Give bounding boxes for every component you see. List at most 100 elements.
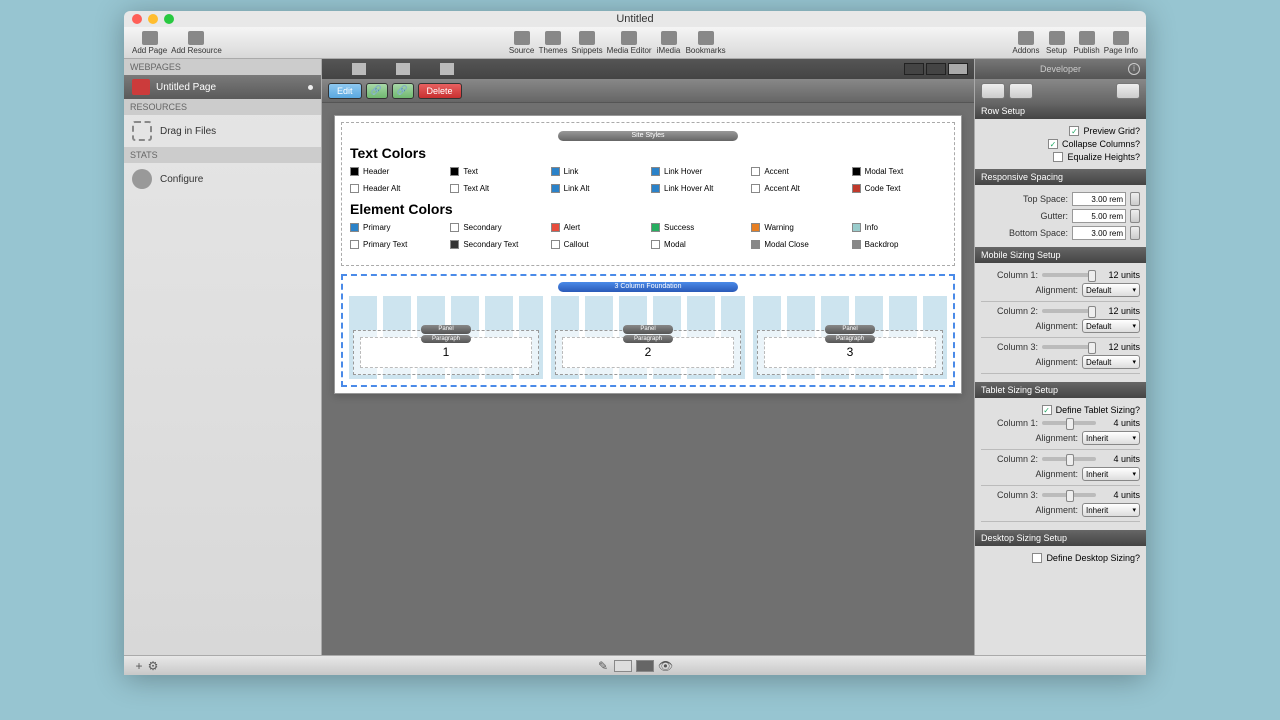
close-button[interactable] xyxy=(132,14,142,24)
alignment-select[interactable]: Inherit xyxy=(1082,467,1140,481)
paragraph-stack[interactable]: Paragraph3 xyxy=(764,337,936,368)
minimize-button[interactable] xyxy=(148,14,158,24)
stepper[interactable] xyxy=(1130,209,1140,223)
themes-button[interactable]: Themes xyxy=(539,31,568,55)
color-swatch[interactable]: Alert xyxy=(551,223,645,232)
color-swatch[interactable]: Link xyxy=(551,167,645,176)
zoom-button[interactable] xyxy=(164,14,174,24)
paragraph-stack[interactable]: Paragraph1 xyxy=(360,337,532,368)
top-space-input[interactable] xyxy=(1072,192,1126,206)
device-seg-3[interactable] xyxy=(948,63,968,75)
color-swatch[interactable]: Primary xyxy=(350,223,444,232)
color-swatch[interactable]: Link Hover Alt xyxy=(651,184,745,193)
publish-button[interactable]: Publish xyxy=(1074,31,1100,55)
define-tablet-check[interactable] xyxy=(1042,405,1052,415)
page-item-untitled[interactable]: Untitled Page xyxy=(124,75,321,99)
color-swatch[interactable]: Callout xyxy=(551,240,645,249)
edit-mode-icon[interactable]: ✎ xyxy=(596,659,610,673)
color-swatch[interactable]: Modal Text xyxy=(852,167,946,176)
column-slider[interactable] xyxy=(1042,421,1096,425)
add-page-button[interactable]: Add Page xyxy=(132,31,167,55)
collapse-check[interactable] xyxy=(1048,139,1058,149)
source-button[interactable]: Source xyxy=(509,31,535,55)
bookmarks-button[interactable]: Bookmarks xyxy=(686,31,726,55)
color-swatch[interactable]: Backdrop xyxy=(852,240,946,249)
addons-button[interactable]: Addons xyxy=(1012,31,1039,55)
device-seg-1[interactable] xyxy=(904,63,924,75)
preview-mode-icon[interactable]: 👁 xyxy=(658,659,672,673)
color-swatch[interactable]: Link Alt xyxy=(551,184,645,193)
foundation-stack[interactable]: 3 Column Foundation PanelParagraph1Panel… xyxy=(341,274,955,387)
color-swatch[interactable]: Secondary xyxy=(450,223,544,232)
drag-in-files[interactable]: Drag in Files xyxy=(124,115,321,147)
device-seg-2[interactable] xyxy=(926,63,946,75)
column[interactable]: PanelParagraph1 xyxy=(349,296,543,379)
info-icon[interactable]: i xyxy=(1128,63,1140,75)
page-info-button[interactable]: Page Info xyxy=(1104,31,1138,55)
stepper[interactable] xyxy=(1130,192,1140,206)
view-mode-2[interactable] xyxy=(396,63,410,75)
column-slider[interactable] xyxy=(1042,457,1096,461)
alignment-select[interactable]: Inherit xyxy=(1082,503,1140,517)
color-swatch[interactable]: Info xyxy=(852,223,946,232)
alignment-select[interactable]: Default xyxy=(1082,319,1140,333)
visibility-button[interactable] xyxy=(981,83,1005,99)
column-slider[interactable] xyxy=(1042,493,1096,497)
add-resource-button[interactable]: Add Resource xyxy=(171,31,222,55)
color-swatch[interactable]: Accent Alt xyxy=(751,184,845,193)
setup-button[interactable]: Setup xyxy=(1044,31,1070,55)
preview-grid-check[interactable] xyxy=(1069,126,1079,136)
site-styles-stack[interactable]: Site Styles Text Colors HeaderTextLinkLi… xyxy=(341,122,955,266)
column[interactable]: Panel Paragraph3 xyxy=(753,296,947,379)
color-swatch[interactable]: Modal Close xyxy=(751,240,845,249)
alignment-select[interactable]: Inherit xyxy=(1082,431,1140,445)
color-swatch[interactable]: Text xyxy=(450,167,544,176)
define-desktop-check[interactable] xyxy=(1032,553,1042,563)
color-swatch[interactable]: Text Alt xyxy=(450,184,544,193)
alignment-select[interactable]: Default xyxy=(1082,283,1140,297)
gutter-input[interactable] xyxy=(1072,209,1126,223)
add-button[interactable]: + xyxy=(132,659,146,673)
column-slider[interactable] xyxy=(1042,345,1096,349)
mode-seg-2[interactable] xyxy=(636,660,654,672)
color-swatch[interactable]: Link Hover xyxy=(651,167,745,176)
swatch-label: Modal xyxy=(664,240,686,249)
canvas[interactable]: Site Styles Text Colors HeaderTextLinkLi… xyxy=(322,103,974,655)
color-swatch[interactable]: Modal xyxy=(651,240,745,249)
panel-stack[interactable]: PanelParagraph3 xyxy=(757,330,943,375)
panel-label: Panel xyxy=(825,325,875,334)
color-swatch[interactable]: Header Alt xyxy=(350,184,444,193)
column-slider[interactable] xyxy=(1042,309,1096,313)
delete-button[interactable]: Delete xyxy=(418,83,462,99)
color-swatch[interactable]: Header xyxy=(350,167,444,176)
export-button[interactable] xyxy=(1116,83,1140,99)
edit-button[interactable]: Edit xyxy=(328,83,362,99)
imedia-button[interactable]: iMedia xyxy=(656,31,682,55)
lock-button[interactable] xyxy=(1009,83,1033,99)
media-editor-button[interactable]: Media Editor xyxy=(607,31,652,55)
link-button-1[interactable]: 🔗 xyxy=(366,83,388,99)
color-swatch[interactable]: Secondary Text xyxy=(450,240,544,249)
stepper[interactable] xyxy=(1130,226,1140,240)
color-swatch[interactable]: Primary Text xyxy=(350,240,444,249)
equalize-check[interactable] xyxy=(1053,152,1063,162)
view-mode-3[interactable] xyxy=(440,63,454,75)
alignment-select[interactable]: Default xyxy=(1082,355,1140,369)
column[interactable]: PanelParagraph2 xyxy=(551,296,745,379)
panel-stack[interactable]: PanelParagraph1 xyxy=(353,330,539,375)
view-mode-1[interactable] xyxy=(352,63,366,75)
color-swatch[interactable]: Code Text xyxy=(852,184,946,193)
bottom-space-input[interactable] xyxy=(1072,226,1126,240)
color-swatch[interactable]: Accent xyxy=(751,167,845,176)
snippets-button[interactable]: Snippets xyxy=(572,31,603,55)
column-slider[interactable] xyxy=(1042,273,1096,277)
configure-stats[interactable]: Configure xyxy=(124,163,321,195)
panel-stack[interactable]: PanelParagraph2 xyxy=(555,330,741,375)
link-button-2[interactable]: 🔗 xyxy=(392,83,414,99)
paragraph-stack[interactable]: Paragraph2 xyxy=(562,337,734,368)
color-swatch[interactable]: Success xyxy=(651,223,745,232)
settings-button[interactable]: ⚙ xyxy=(146,659,160,673)
mode-seg-1[interactable] xyxy=(614,660,632,672)
swatch-label: Success xyxy=(664,223,694,232)
color-swatch[interactable]: Warning xyxy=(751,223,845,232)
